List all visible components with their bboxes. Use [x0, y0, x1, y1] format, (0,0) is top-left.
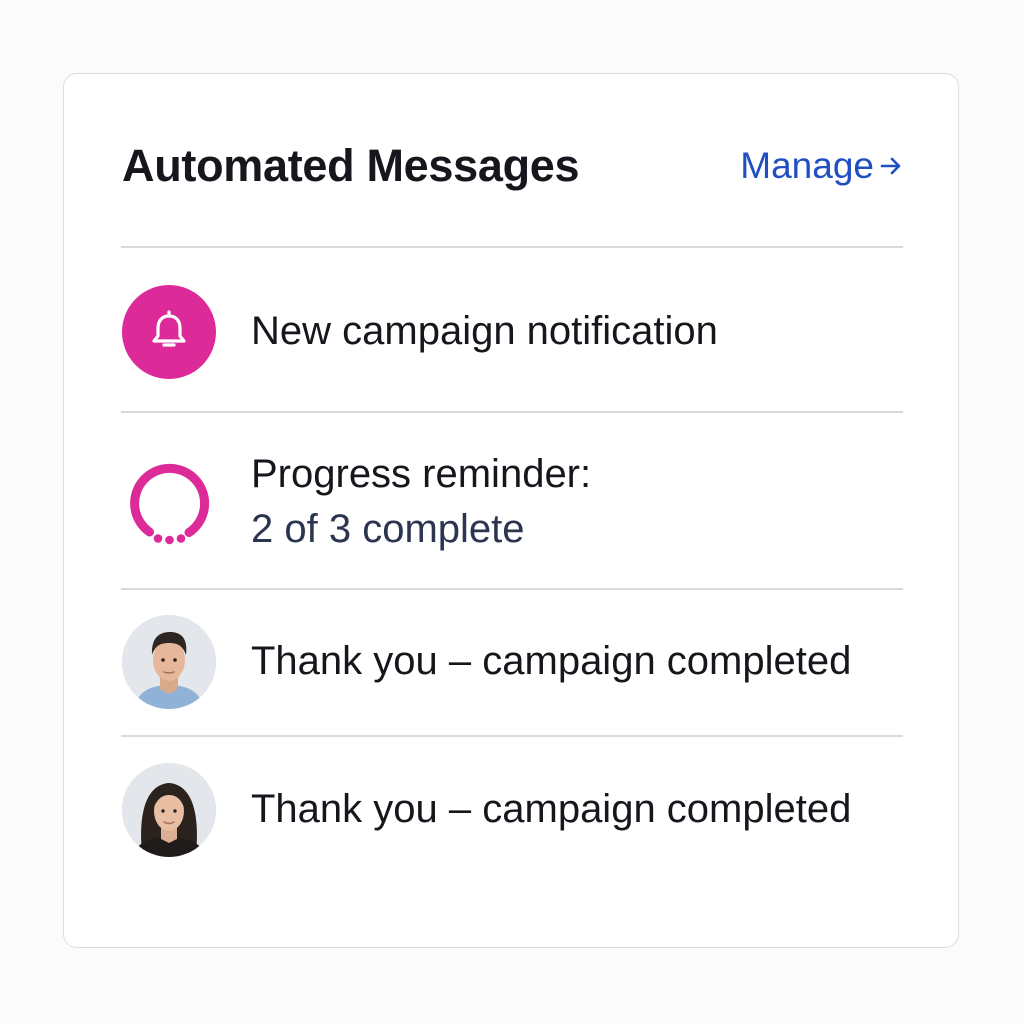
message-item-thank-you[interactable]: Thank you – campaign completed: [121, 762, 903, 858]
message-icon-slot: [121, 614, 217, 710]
message-label: New campaign notification: [251, 309, 718, 354]
avatar: [122, 763, 216, 857]
message-icon-slot: [121, 762, 217, 858]
arrow-right-icon: [878, 153, 904, 179]
manage-link-label: Manage: [740, 145, 874, 186]
message-item-thank-you[interactable]: Thank you – campaign completed: [121, 614, 903, 710]
avatar: [122, 615, 216, 709]
message-label: Thank you – campaign completed: [251, 787, 852, 832]
message-item-progress-reminder[interactable]: Progress reminder: 2 of 3 complete: [121, 442, 903, 562]
avatar-woman-image: [122, 763, 216, 857]
message-text-block: Progress reminder: 2 of 3 complete: [251, 447, 591, 557]
message-item-new-campaign[interactable]: New campaign notification: [121, 284, 903, 380]
divider: [121, 588, 903, 590]
message-label: Thank you – campaign completed: [251, 639, 852, 684]
progress-status: 2 of 3 complete: [251, 507, 525, 551]
card-title: Automated Messages: [122, 140, 580, 191]
manage-link[interactable]: Manage: [740, 145, 904, 187]
divider: [121, 246, 903, 248]
divider: [121, 735, 903, 737]
divider: [121, 411, 903, 413]
progress-ring-icon: [130, 463, 210, 545]
message-label: Progress reminder:: [251, 451, 592, 496]
automated-messages-card: Automated Messages Manage New campaign n…: [63, 73, 959, 948]
card-header: Automated Messages Manage: [122, 138, 904, 194]
message-icon-slot: [121, 454, 217, 550]
avatar-man-image: [122, 615, 216, 709]
message-icon-slot: [121, 284, 217, 380]
bell-icon: [122, 285, 216, 379]
